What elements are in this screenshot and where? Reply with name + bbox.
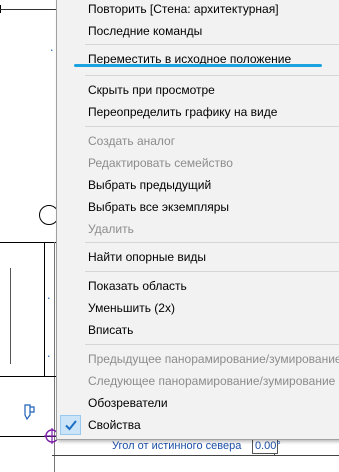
- menu-item-create-similar: Создать аналог: [57, 130, 339, 152]
- menu-separator: [85, 126, 339, 127]
- menu-item-label: Найти опорные виды: [88, 250, 207, 264]
- menu-item-label: Показать область: [88, 279, 187, 293]
- menu-item-label: Повторить [Стена: архитектурная]: [88, 2, 279, 16]
- menu-item-previous-pan-zoom: Предыдущее панорамирование/зумирование: [57, 348, 339, 370]
- menu-item-edit-family: Редактировать семейство: [57, 152, 339, 174]
- annotation-mark: ⋅: [47, 293, 51, 305]
- menu-item-label: Скрыть при просмотре: [88, 83, 215, 97]
- wall-line: [52, 455, 339, 456]
- menu-item-move-to-origin[interactable]: Переместить в исходное положение: [57, 48, 339, 70]
- menu-separator: [85, 75, 339, 76]
- menu-item-label: Удалить: [88, 222, 134, 236]
- true-north-angle-value[interactable]: 0.00°: [252, 438, 281, 454]
- menu-item-repeat[interactable]: Повторить [Стена: архитектурная]: [57, 0, 339, 20]
- menu-separator: [85, 44, 339, 45]
- wall-line: [0, 242, 56, 243]
- menu-item-browsers[interactable]: Обозреватели: [57, 392, 339, 414]
- menu-item-label: Предыдущее панорамирование/зумирование: [88, 352, 339, 366]
- menu-item-label: Редактировать семейство: [88, 156, 233, 170]
- menu-item-label: Вписать: [88, 323, 134, 337]
- menu-separator: [85, 271, 339, 272]
- menu-item-zoom-to-fit[interactable]: Вписать: [57, 319, 339, 341]
- menu-item-label: Уменьшить (2x): [88, 301, 175, 315]
- revit-view: ⋅ ⋅ ⋅ Угол от истинного севера 0.00° Пов…: [0, 0, 339, 472]
- menu-item-delete: Удалить: [57, 218, 339, 240]
- menu-item-zoom-region[interactable]: Показать область: [57, 275, 339, 297]
- menu-item-override-graphics[interactable]: Переопределить графику на виде: [57, 101, 339, 123]
- menu-item-label: Следующее панорамирование/зумирование: [88, 374, 336, 388]
- menu-item-label: Свойства: [88, 418, 141, 432]
- menu-item-find-referring-views[interactable]: Найти опорные виды: [57, 246, 339, 268]
- wall-line: [10, 268, 11, 364]
- wall-line: [0, 9, 56, 10]
- menu-item-select-all-instances[interactable]: Выбрать все экземпляры: [57, 196, 339, 218]
- wall-line: [0, 376, 56, 377]
- menu-item-select-previous[interactable]: Выбрать предыдущий: [57, 174, 339, 196]
- menu-item-next-pan-zoom: Следующее панорамирование/зумирование: [57, 370, 339, 392]
- wall-line: [44, 242, 45, 377]
- menu-item-recent-commands[interactable]: Последние команды: [57, 20, 339, 42]
- annotation-mark: ⋅: [47, 351, 51, 363]
- checkmark-icon: [65, 420, 77, 431]
- pin-icon: [24, 404, 35, 421]
- menu-item-properties[interactable]: Свойства: [57, 414, 339, 436]
- menu-item-zoom-out[interactable]: Уменьшить (2x): [57, 297, 339, 319]
- annotation-mark: ⋅: [50, 45, 54, 57]
- menu-item-hide-in-view[interactable]: Скрыть при просмотре: [57, 79, 339, 101]
- menu-separator: [85, 344, 339, 345]
- menu-item-label: Выбрать все экземпляры: [88, 200, 230, 214]
- menu-item-label: Выбрать предыдущий: [88, 178, 212, 192]
- menu-item-label: Переместить в исходное положение: [88, 52, 292, 66]
- true-north-angle-label: Угол от истинного севера: [112, 440, 242, 452]
- menu-separator: [85, 242, 339, 243]
- menu-item-label: Обозреватели: [88, 396, 168, 410]
- menu-item-label: Переопределить графику на виде: [88, 105, 278, 119]
- context-menu: Повторить [Стена: архитектурная] Последн…: [56, 0, 339, 440]
- menu-item-label: Последние команды: [88, 24, 203, 38]
- menu-item-label: Создать аналог: [88, 134, 176, 148]
